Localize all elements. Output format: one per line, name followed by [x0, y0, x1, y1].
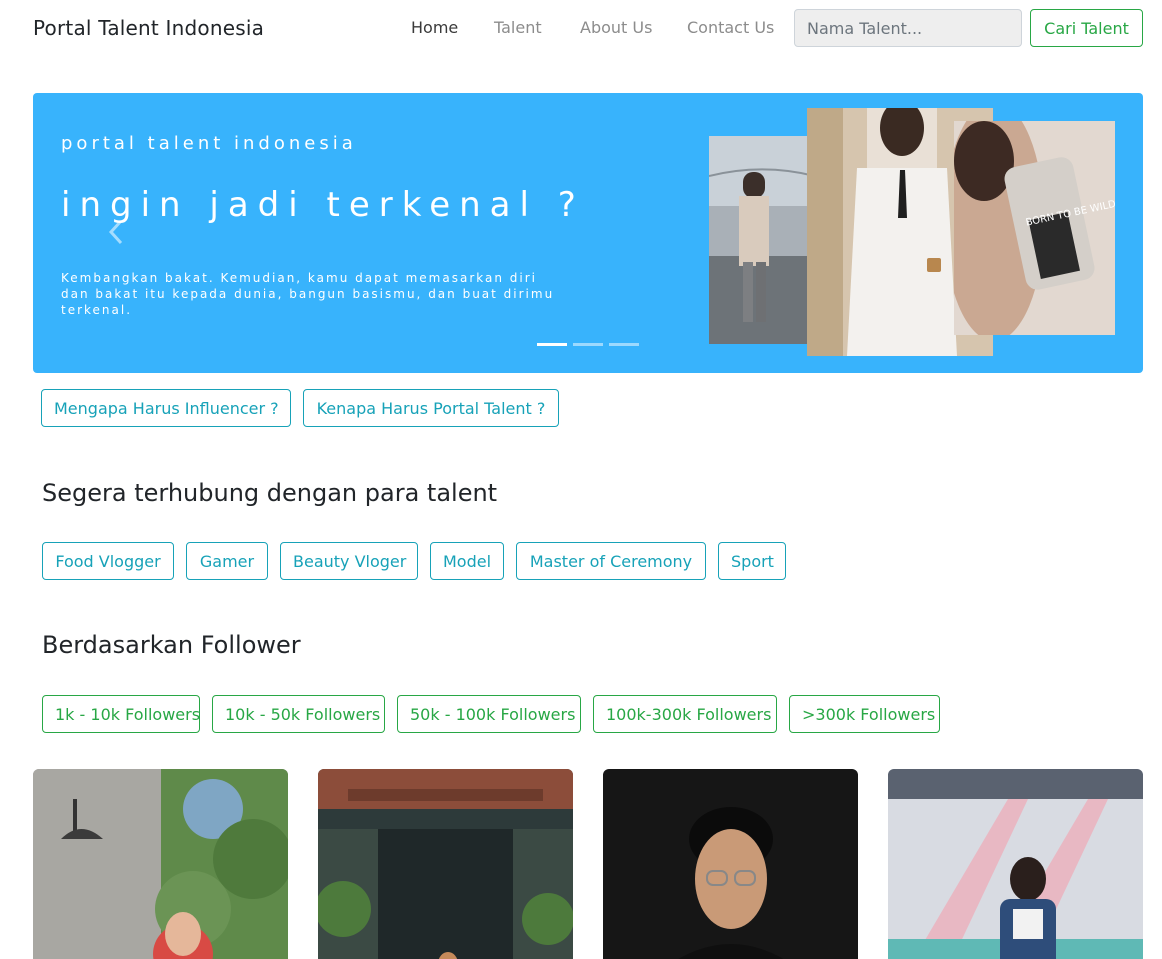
talent-card-2[interactable]: [318, 769, 573, 959]
category-sport-button[interactable]: Sport: [718, 542, 786, 580]
search-input[interactable]: [794, 9, 1022, 47]
carousel-indicator-1[interactable]: [537, 343, 567, 346]
categories-title: Segera terhubung dengan para talent: [42, 479, 498, 507]
hero-text: Kembangkan bakat. Kemudian, kamu dapat m…: [61, 271, 555, 317]
followers-10k-50k-button[interactable]: 10k - 50k Followers: [212, 695, 385, 733]
category-beauty-vloger-button[interactable]: Beauty Vloger: [280, 542, 418, 580]
followers-300k-plus-button[interactable]: >300k Followers: [789, 695, 940, 733]
talent-card-3[interactable]: [603, 769, 858, 959]
hero-title: ingin jadi terkenal ?: [61, 185, 585, 225]
nav-link-contact-us[interactable]: Contact Us: [687, 18, 774, 37]
navbar: Portal Talent Indonesia Home Talent Abou…: [0, 0, 1162, 56]
nav-link-home[interactable]: Home: [411, 18, 458, 37]
talent-photo-1: [33, 769, 288, 959]
category-model-button[interactable]: Model: [430, 542, 504, 580]
category-gamer-button[interactable]: Gamer: [186, 542, 268, 580]
talent-photo-3: [603, 769, 858, 959]
nav-link-about-us[interactable]: About Us: [580, 18, 652, 37]
category-master-of-ceremony-button[interactable]: Master of Ceremony: [516, 542, 706, 580]
talent-card-1[interactable]: [33, 769, 288, 959]
followers-title: Berdasarkan Follower: [42, 631, 301, 659]
why-influencer-button[interactable]: Mengapa Harus Influencer ?: [41, 389, 291, 427]
carousel-indicator-3[interactable]: [609, 343, 639, 346]
nav-link-talent[interactable]: Talent: [494, 18, 542, 37]
talent-photo-2: [318, 769, 573, 959]
chevron-left-icon: [108, 219, 123, 245]
brand-logo-text[interactable]: Portal Talent Indonesia: [33, 16, 264, 40]
followers-100k-300k-button[interactable]: 100k-300k Followers: [593, 695, 777, 733]
followers-1k-10k-button[interactable]: 1k - 10k Followers: [42, 695, 200, 733]
category-food-vlogger-button[interactable]: Food Vlogger: [42, 542, 174, 580]
talent-card-4[interactable]: [888, 769, 1143, 959]
hero-kicker: portal talent indonesia: [61, 133, 357, 154]
carousel-indicators: [537, 343, 639, 346]
followers-50k-100k-button[interactable]: 50k - 100k Followers: [397, 695, 581, 733]
carousel-prev-button[interactable]: [105, 217, 129, 247]
hero-photo-phone: BORN TO BE WILDE: [954, 121, 1115, 335]
why-portal-talent-button[interactable]: Kenapa Harus Portal Talent ?: [303, 389, 559, 427]
carousel-indicator-2[interactable]: [573, 343, 603, 346]
hero-carousel: portal talent indonesia ingin jadi terke…: [33, 93, 1143, 373]
search-talent-button[interactable]: Cari Talent: [1030, 9, 1143, 47]
talent-photo-4: [888, 769, 1143, 959]
